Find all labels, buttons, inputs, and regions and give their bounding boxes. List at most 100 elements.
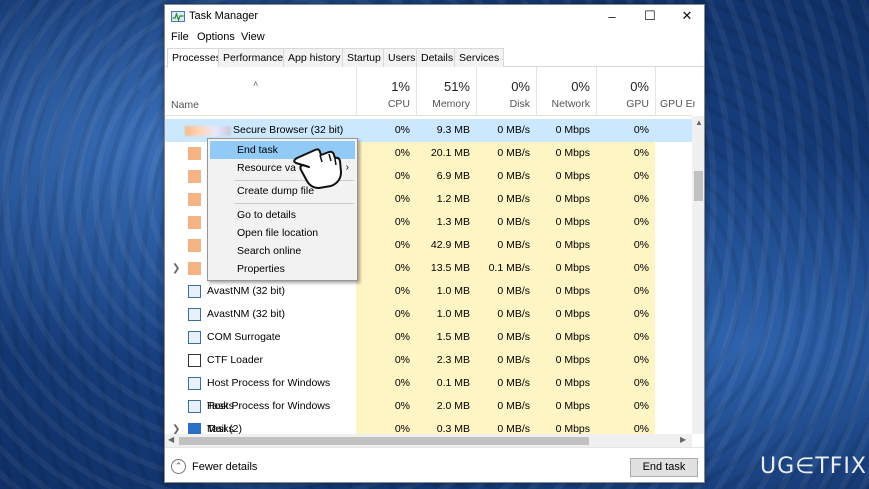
end-task-button[interactable]: End task: [630, 458, 698, 477]
table-row[interactable]: CTF Loader 0% 2.3 MB 0 MB/s 0 Mbps 0%: [165, 349, 692, 372]
menu-view[interactable]: View: [241, 31, 265, 43]
vertical-scroll-thumb[interactable]: [694, 171, 703, 201]
scroll-right-icon[interactable]: ▶: [680, 435, 686, 444]
gpu-value: 0%: [596, 418, 655, 434]
disk-value: 0.1 MB/s: [476, 257, 536, 280]
network-value: 0 Mbps: [536, 280, 596, 303]
mail-icon: [188, 423, 201, 434]
table-row[interactable]: Host Process for Windows Tasks 0% 0.1 MB 0 …: [165, 372, 692, 412]
context-go-to-details[interactable]: Go to details: [210, 206, 355, 224]
horizontal-scroll-thumb[interactable]: [179, 437, 589, 445]
process-name: CTF Loader: [207, 354, 264, 366]
memory-value: 1.0 MB: [416, 303, 476, 326]
gpu-engine-label: GPU Engine: [660, 98, 695, 110]
cpu-value: 0%: [356, 372, 416, 395]
hand-cursor-icon: [293, 148, 342, 189]
network-value: 0 Mbps: [536, 234, 596, 257]
cpu-value: 0%: [356, 257, 416, 280]
table-row[interactable]: AvastNM (32 bit) 0% 1.0 MB 0 MB/s 0 Mbps 0%: [165, 303, 692, 326]
footer: ⌃ Fewer details End task: [165, 447, 704, 482]
memory-value: 42.9 MB: [416, 234, 476, 257]
vertical-scrollbar[interactable]: ▲: [692, 116, 704, 434]
column-gpu[interactable]: 0% GPU: [596, 67, 655, 115]
table-row[interactable]: AvastNM (32 bit) 0% 1.0 MB 0 MB/s 0 Mbps 0%: [165, 280, 692, 303]
memory-value: 1.2 MB: [416, 188, 476, 211]
cpu-value: 0%: [356, 234, 416, 257]
cpu-value: 0%: [356, 165, 416, 188]
tab-services[interactable]: Services: [454, 48, 505, 67]
gpu-value: 0%: [596, 211, 655, 234]
window-app-icon: [188, 377, 201, 390]
disk-value: 0 MB/s: [476, 188, 536, 211]
sort-up-icon: ˄: [253, 79, 259, 89]
memory-value: 9.3 MB: [416, 119, 476, 142]
memory-value: 6.9 MB: [416, 165, 476, 188]
memory-label: Memory: [432, 98, 470, 110]
network-value: 0 Mbps: [536, 303, 596, 326]
table-row[interactable]: Host Process for Windows Tasks 0% 2.0 MB 0 …: [165, 395, 692, 434]
cpu-value: 0%: [356, 280, 416, 303]
window-app-icon: [188, 331, 201, 344]
process-icon: [185, 126, 231, 136]
table-row[interactable]: ❯ Mail (2) 0% 0.3 MB 0 MB/s 0 Mbps 0%: [165, 418, 692, 434]
context-properties[interactable]: Properties: [210, 260, 355, 278]
tab-users[interactable]: Users: [383, 48, 421, 67]
process-icon: [188, 193, 201, 206]
process-name: AvastNM (32 bit): [207, 308, 285, 320]
disk-value: 0 MB/s: [476, 165, 536, 188]
memory-value: 20.1 MB: [416, 142, 476, 165]
column-gpu-engine[interactable]: GPU Engine: [655, 67, 695, 115]
cpu-value: 0%: [356, 395, 416, 418]
gpu-label: GPU: [626, 98, 649, 110]
context-open-file-location[interactable]: Open file location: [210, 224, 355, 242]
process-icon: [188, 262, 201, 275]
tab-startup[interactable]: Startup: [342, 48, 386, 67]
disk-value: 0 MB/s: [476, 395, 536, 418]
column-memory[interactable]: 51% Memory: [416, 67, 476, 115]
horizontal-scrollbar[interactable]: ◀ ▶: [165, 434, 692, 447]
network-value: 0 Mbps: [536, 188, 596, 211]
scroll-left-icon[interactable]: ◀: [168, 435, 174, 444]
column-name[interactable]: Name: [171, 99, 199, 111]
disk-label: Disk: [509, 98, 530, 110]
context-resource-values-label: Resource va: [237, 162, 296, 174]
column-cpu[interactable]: 1% CPU: [356, 67, 416, 115]
column-header: ˄ Name 1% CPU 51% Memory 0% Disk 0% Netw…: [165, 67, 695, 116]
network-value: 0 Mbps: [536, 395, 596, 418]
column-disk[interactable]: 0% Disk: [476, 67, 536, 115]
disk-value: 0 MB/s: [476, 326, 536, 349]
window-title: Task Manager: [189, 10, 259, 22]
network-value: 0 Mbps: [536, 418, 596, 434]
task-manager-icon: [171, 11, 185, 22]
tab-app-history[interactable]: App history: [283, 48, 346, 67]
maximize-button[interactable]: ☐: [633, 5, 667, 27]
window-app-icon: [188, 285, 201, 298]
disk-value: 0 MB/s: [476, 349, 536, 372]
menu-file[interactable]: File: [171, 31, 189, 43]
expand-chevron-icon[interactable]: ❯: [172, 257, 180, 280]
memory-total: 51%: [443, 79, 470, 94]
context-search-online[interactable]: Search online: [210, 242, 355, 260]
gpu-value: 0%: [596, 303, 655, 326]
tab-performance[interactable]: Performance: [218, 48, 289, 67]
process-icon: [188, 239, 201, 252]
watermark-logo: UG∈TFIX: [760, 454, 867, 479]
scroll-up-icon[interactable]: ▲: [695, 118, 703, 127]
network-label: Network: [551, 98, 590, 110]
window-app-icon: [188, 308, 201, 321]
fewer-details-link[interactable]: ⌃ Fewer details: [171, 459, 257, 474]
gpu-value: 0%: [596, 119, 655, 142]
disk-value: 0 MB/s: [476, 303, 536, 326]
network-value: 0 Mbps: [536, 119, 596, 142]
table-row[interactable]: COM Surrogate 0% 1.5 MB 0 MB/s 0 Mbps 0%: [165, 326, 692, 349]
column-network[interactable]: 0% Network: [536, 67, 596, 115]
minimize-button[interactable]: –: [595, 5, 629, 27]
network-value: 0 Mbps: [536, 372, 596, 395]
cpu-label: CPU: [387, 98, 410, 110]
expand-chevron-icon[interactable]: ❯: [172, 418, 180, 434]
network-value: 0 Mbps: [536, 326, 596, 349]
network-total: 0%: [571, 79, 590, 94]
menu-options[interactable]: Options: [197, 31, 235, 43]
tab-details[interactable]: Details: [416, 48, 459, 67]
close-button[interactable]: ✕: [670, 5, 704, 27]
